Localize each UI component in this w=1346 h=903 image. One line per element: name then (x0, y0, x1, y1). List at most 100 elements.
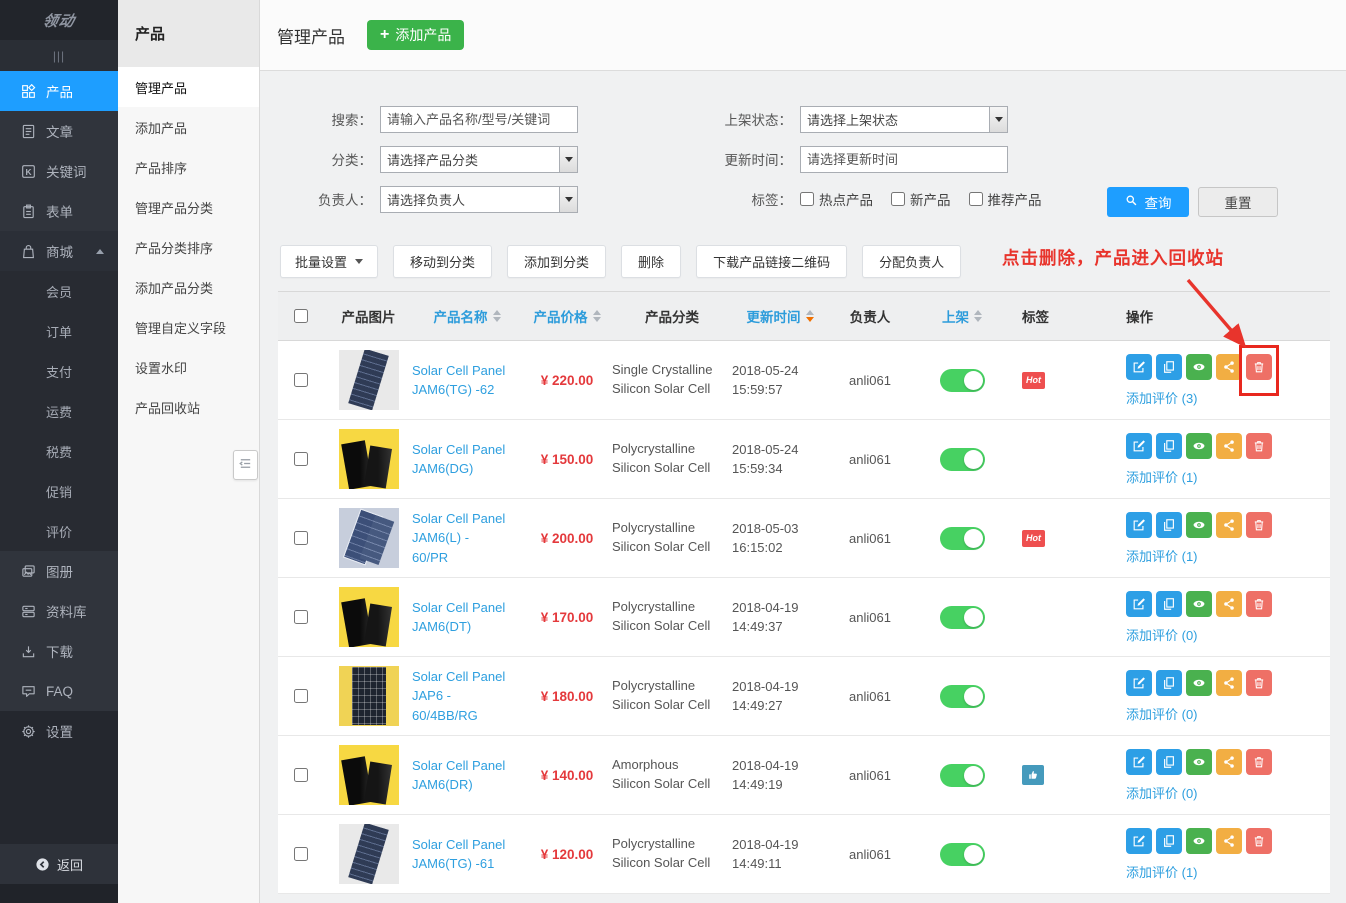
row-checkbox[interactable] (294, 452, 308, 466)
sidebar-item-forms[interactable]: 表单 (0, 191, 118, 231)
row-checkbox[interactable] (294, 531, 308, 545)
status-toggle[interactable] (940, 843, 985, 866)
product-name-link[interactable]: Solar Cell Panel JAM6(DG) (412, 440, 522, 479)
preview-button[interactable] (1186, 670, 1212, 696)
sidebar-collapse-toggle[interactable]: ||| (0, 40, 118, 71)
preview-button[interactable] (1186, 354, 1212, 380)
sidebar-item-mall[interactable]: 商城 (0, 231, 118, 271)
sidebar-item-articles[interactable]: 文章 (0, 111, 118, 151)
add-review-link[interactable]: 添加评价 (1) (1126, 467, 1198, 486)
submenu-item-manage-categories[interactable]: 管理产品分类 (118, 187, 259, 227)
add-review-link[interactable]: 添加评价 (1) (1126, 862, 1198, 881)
edit-button[interactable] (1126, 354, 1152, 380)
submenu-item-category-sort[interactable]: 产品分类排序 (118, 227, 259, 267)
reset-button[interactable]: 重置 (1198, 187, 1278, 217)
bulk-button-move-to-category[interactable]: 移动到分类 (393, 245, 492, 278)
sidebar-item-products[interactable]: 产品 (0, 71, 118, 111)
preview-button[interactable] (1186, 433, 1212, 459)
status-toggle[interactable] (940, 527, 985, 550)
share-button[interactable] (1216, 433, 1242, 459)
status-toggle[interactable] (940, 448, 985, 471)
product-name-link[interactable]: Solar Cell Panel JAM6(L) - 60/PR (412, 509, 522, 568)
add-review-link[interactable]: 添加评价 (3) (1126, 388, 1198, 407)
status-toggle[interactable] (940, 606, 985, 629)
delete-button[interactable] (1246, 354, 1272, 380)
copy-button[interactable] (1156, 828, 1182, 854)
submenu-item-manage-products[interactable]: 管理产品 (118, 67, 259, 107)
header-cell-price[interactable]: 产品价格 (522, 306, 612, 326)
delete-button[interactable] (1246, 433, 1272, 459)
edit-button[interactable] (1126, 512, 1152, 538)
select-all-checkbox[interactable] (294, 309, 308, 323)
copy-button[interactable] (1156, 591, 1182, 617)
delete-button[interactable] (1246, 749, 1272, 775)
submenu-item-product-sort[interactable]: 产品排序 (118, 147, 259, 187)
submenu-item-custom-fields[interactable]: 管理自定义字段 (118, 307, 259, 347)
panel-collapse-button[interactable] (233, 450, 258, 480)
share-button[interactable] (1216, 354, 1242, 380)
bulk-button-delete[interactable]: 删除 (621, 245, 681, 278)
bulk-settings-dropdown[interactable]: 批量设置 (280, 245, 378, 278)
share-button[interactable] (1216, 512, 1242, 538)
share-button[interactable] (1216, 828, 1242, 854)
query-button[interactable]: 查询 (1107, 187, 1189, 217)
copy-button[interactable] (1156, 354, 1182, 380)
sidebar-subitem-tax[interactable]: 税费 (0, 431, 118, 471)
sidebar-item-albums[interactable]: 图册 (0, 551, 118, 591)
sidebar-item-download[interactable]: 下载 (0, 631, 118, 671)
bulk-button-download-qrcode[interactable]: 下载产品链接二维码 (696, 245, 847, 278)
row-checkbox[interactable] (294, 689, 308, 703)
copy-button[interactable] (1156, 433, 1182, 459)
copy-button[interactable] (1156, 749, 1182, 775)
product-name-link[interactable]: Solar Cell Panel JAM6(TG) -61 (412, 835, 522, 874)
product-name-link[interactable]: Solar Cell Panel JAM6(DT) (412, 598, 522, 637)
row-checkbox[interactable] (294, 610, 308, 624)
status-toggle[interactable] (940, 685, 985, 708)
share-button[interactable] (1216, 749, 1242, 775)
header-cell-name[interactable]: 产品名称 (412, 306, 522, 326)
header-cell-updated[interactable]: 更新时间 (732, 306, 828, 326)
sidebar-subitem-shipping[interactable]: 运费 (0, 391, 118, 431)
delete-button[interactable] (1246, 828, 1272, 854)
product-name-link[interactable]: Solar Cell Panel JAM6(DR) (412, 756, 522, 795)
add-review-link[interactable]: 添加评价 (0) (1126, 625, 1198, 644)
sidebar-item-faq[interactable]: FAQ (0, 671, 118, 711)
delete-button[interactable] (1246, 512, 1272, 538)
header-cell-checkbox[interactable] (278, 309, 325, 323)
preview-button[interactable] (1186, 749, 1212, 775)
owner-select[interactable]: 请选择负责人 (380, 186, 578, 213)
tag-checkbox-input-new[interactable] (891, 192, 905, 206)
preview-button[interactable] (1186, 591, 1212, 617)
tag-checkbox-recommend[interactable]: 推荐产品 (969, 189, 1042, 209)
update-time-input[interactable] (800, 146, 1008, 173)
sidebar-subitem-payment[interactable]: 支付 (0, 351, 118, 391)
sidebar-subitem-members[interactable]: 会员 (0, 271, 118, 311)
submenu-item-watermark[interactable]: 设置水印 (118, 347, 259, 387)
sidebar-subitem-orders[interactable]: 订单 (0, 311, 118, 351)
product-name-link[interactable]: Solar Cell Panel JAP6 - 60/4BB/RG (412, 667, 522, 726)
sidebar-item-keywords[interactable]: K关键词 (0, 151, 118, 191)
product-name-link[interactable]: Solar Cell Panel JAM6(TG) -62 (412, 361, 522, 400)
category-select[interactable]: 请选择产品分类 (380, 146, 578, 173)
edit-button[interactable] (1126, 749, 1152, 775)
add-review-link[interactable]: 添加评价 (0) (1126, 704, 1198, 723)
add-review-link[interactable]: 添加评价 (1) (1126, 546, 1198, 565)
edit-button[interactable] (1126, 670, 1152, 696)
add-product-button[interactable]: + 添加产品 (367, 20, 464, 50)
sidebar-subitem-reviews[interactable]: 评价 (0, 511, 118, 551)
preview-button[interactable] (1186, 828, 1212, 854)
edit-button[interactable] (1126, 828, 1152, 854)
bulk-button-assign-owner[interactable]: 分配负责人 (862, 245, 961, 278)
row-checkbox[interactable] (294, 768, 308, 782)
sidebar-item-library[interactable]: 资料库 (0, 591, 118, 631)
edit-button[interactable] (1126, 591, 1152, 617)
delete-button[interactable] (1246, 670, 1272, 696)
status-toggle[interactable] (940, 369, 985, 392)
tag-checkbox-input-recommend[interactable] (969, 192, 983, 206)
edit-button[interactable] (1126, 433, 1152, 459)
header-cell-status[interactable]: 上架 (912, 306, 1012, 326)
tag-checkbox-input-hot[interactable] (800, 192, 814, 206)
copy-button[interactable] (1156, 670, 1182, 696)
bulk-button-add-to-category[interactable]: 添加到分类 (507, 245, 606, 278)
sidebar-subitem-promotion[interactable]: 促销 (0, 471, 118, 511)
